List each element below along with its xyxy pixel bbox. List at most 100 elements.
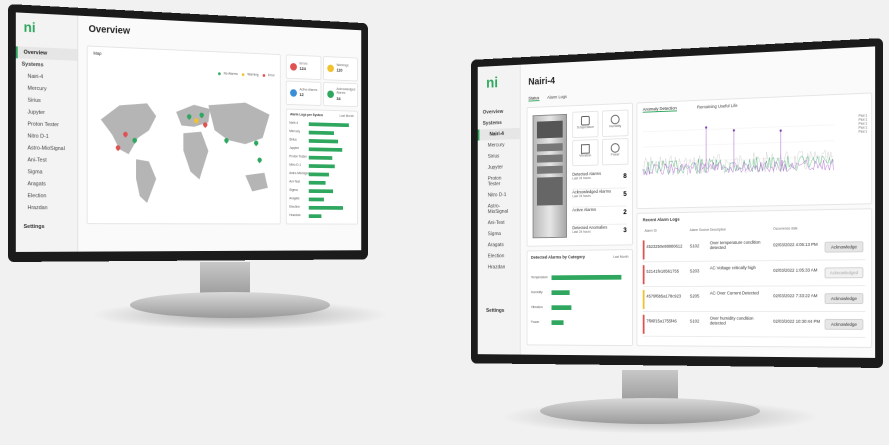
ni-logo: ni — [23, 18, 36, 36]
alarm-id: 7f96f15a1755f46 — [646, 318, 677, 324]
anomaly-marker[interactable] — [705, 126, 708, 129]
category-bar[interactable] — [551, 305, 572, 310]
alarm-log-row[interactable]: 7f96f15a1755f46 S102 Over humidity conditi… — [642, 312, 866, 338]
sensor-label: Temperature — [576, 125, 594, 130]
alarm-bar[interactable] — [308, 121, 349, 127]
alarm-log-row[interactable]: 4579f6b5a178c923 S205 AC Over Current Dete… — [642, 287, 866, 312]
category-bar[interactable] — [551, 274, 622, 281]
alarm-id: 4579f6b5a178c923 — [646, 293, 682, 299]
settings-link[interactable]: Settings — [24, 224, 45, 230]
nav-item-proton-tester[interactable]: Proton Tester — [478, 173, 520, 191]
alarm-bar-label: Election — [289, 204, 300, 209]
nav-item-astro-miosignal[interactable]: Astro-MioSignal — [16, 142, 77, 155]
alarm-bar[interactable] — [308, 205, 344, 210]
stat-value: 110 — [336, 67, 343, 73]
sensor-temperature[interactable]: Temperature — [572, 110, 599, 139]
nav-item-election[interactable]: Election — [478, 251, 520, 263]
tab-anomaly-detection[interactable]: Anomaly Detection — [642, 105, 677, 113]
sensor-humidity[interactable]: Humidity — [601, 109, 629, 138]
alarm-bar[interactable] — [308, 180, 326, 185]
nav-item-hrazdan[interactable]: Hrazdan — [16, 202, 77, 214]
alarm-logs-per-system-card: Alarm Logs per System Last Month Nairi-4… — [285, 108, 358, 225]
severity-indicator — [642, 314, 645, 334]
nav-item-aragats[interactable]: Aragats — [16, 178, 77, 191]
map-legend: No Alarms Warning Error — [218, 71, 275, 77]
anomaly-legend: Plot 1 Plot 1 Plot 1 Plot 1 Plot 1 — [859, 114, 868, 134]
category-chart-filter[interactable]: Last Month — [613, 255, 628, 259]
nav-item-sigma[interactable]: Sigma — [478, 228, 520, 240]
alarm-source: S102 — [689, 318, 700, 324]
gridline — [643, 125, 834, 132]
tab-remaining-useful-life[interactable]: Remaining Useful Life — [697, 103, 738, 110]
settings-link[interactable]: Settings — [486, 308, 504, 314]
alarm-description: AC Voltage critically high — [709, 265, 756, 271]
tab-status[interactable]: Status — [528, 95, 540, 102]
rack-image — [532, 113, 568, 239]
map-card: Map No Alarms Warning Error — [86, 45, 281, 225]
alarm-bar[interactable] — [308, 138, 339, 143]
alarm-bar-label: Proton Tester — [289, 154, 307, 159]
severity-indicator — [642, 240, 645, 260]
alarm-chart-filter[interactable]: Last Month — [339, 114, 353, 118]
anomaly-plot[interactable] — [643, 113, 840, 197]
page-title: Overview — [88, 24, 131, 37]
right-monitor: ni Overview Systems Nairi-4 Mercury Siri… — [471, 38, 883, 368]
anomaly-marker[interactable] — [732, 129, 735, 132]
alarm-chart-title: Alarm Logs per System — [290, 112, 324, 118]
alarm-id: 4523250e88880612 — [646, 243, 683, 249]
nav-item-sigma[interactable]: Sigma — [16, 166, 77, 179]
alarm-bar[interactable] — [308, 188, 334, 193]
alarm-bar[interactable] — [308, 155, 332, 160]
alarm-bar[interactable] — [308, 172, 329, 176]
sensor-vibration[interactable]: Vibration — [572, 139, 599, 167]
category-bar-label: Vibration — [530, 305, 543, 310]
no-alarms-swatch — [218, 71, 221, 75]
stat-label: Acknowledged Alarms — [336, 87, 356, 95]
alarm-log-row[interactable]: 52141fe18561755 S203 AC Voltage critically… — [642, 261, 866, 288]
category-bar[interactable] — [551, 290, 570, 296]
sensor-power[interactable]: Power — [601, 138, 629, 166]
acknowledged-button: Acknowledged — [824, 267, 864, 279]
count-sub: Last 24 hours — [572, 229, 591, 234]
stat-value: 124 — [299, 66, 306, 72]
alarm-source: S102 — [689, 243, 700, 249]
alarm-bar-label: Nitro D-1 — [289, 162, 302, 167]
right-monitor-base — [540, 398, 760, 424]
count-value: 8 — [623, 173, 627, 180]
alarm-bar[interactable] — [308, 146, 343, 152]
alarm-log-row[interactable]: 4523250e88880612 S102 Over temperature con… — [642, 235, 866, 263]
count-row: Active Alarms 2 — [572, 206, 627, 226]
col-description: Description — [709, 227, 726, 232]
category-bar[interactable] — [551, 320, 564, 325]
acknowledge-button[interactable]: Acknowledge — [824, 318, 864, 330]
nav-item-hrazdan[interactable]: Hrazdan — [478, 262, 520, 273]
category-bar-label: Temperature — [530, 275, 548, 280]
alarm-bar[interactable] — [308, 163, 335, 168]
nav-item-ani-test[interactable]: Ani-Test — [478, 217, 520, 229]
stat-label: Errors — [299, 61, 308, 66]
nav-item-election[interactable]: Election — [16, 190, 77, 202]
alarm-date: 02/03/2022 1:05:33 AM — [773, 267, 818, 273]
ni-logo: ni — [486, 75, 499, 92]
alarm-bar[interactable] — [308, 130, 334, 135]
acknowledge-button[interactable]: Acknowledge — [824, 293, 864, 305]
power-icon — [610, 143, 620, 153]
alarm-source: S203 — [689, 268, 700, 274]
sensor-label: Power — [610, 152, 620, 157]
nav-item-ani-test[interactable]: Ani-Test — [16, 154, 77, 167]
anomaly-marker[interactable] — [779, 129, 782, 132]
alarm-bar[interactable] — [308, 197, 324, 201]
nav-item-aragats[interactable]: Aragats — [478, 239, 520, 251]
left-screen: ni Overview Systems Nairi-4 Mercury Siri… — [15, 12, 362, 252]
left-monitor: ni Overview Systems Nairi-4 Mercury Siri… — [8, 4, 368, 262]
alarm-bar[interactable] — [308, 213, 322, 218]
vibration-icon — [580, 144, 590, 154]
severity-indicator — [642, 289, 645, 310]
acknowledge-button[interactable]: Acknowledge — [824, 241, 864, 253]
stat-card-acknowledged: Acknowledged Alarms 34 — [323, 81, 358, 108]
system-status-card: Temperature Humidity Vibration Power Det… — [526, 102, 633, 247]
tab-alarm-logs[interactable]: Alarm Logs — [547, 94, 567, 100]
left-sidebar: ni Overview Systems Nairi-4 Mercury Siri… — [15, 12, 79, 252]
bell-icon — [290, 89, 297, 97]
nav-item-astro-miosignal[interactable]: Astro-MioSignal — [478, 200, 520, 218]
